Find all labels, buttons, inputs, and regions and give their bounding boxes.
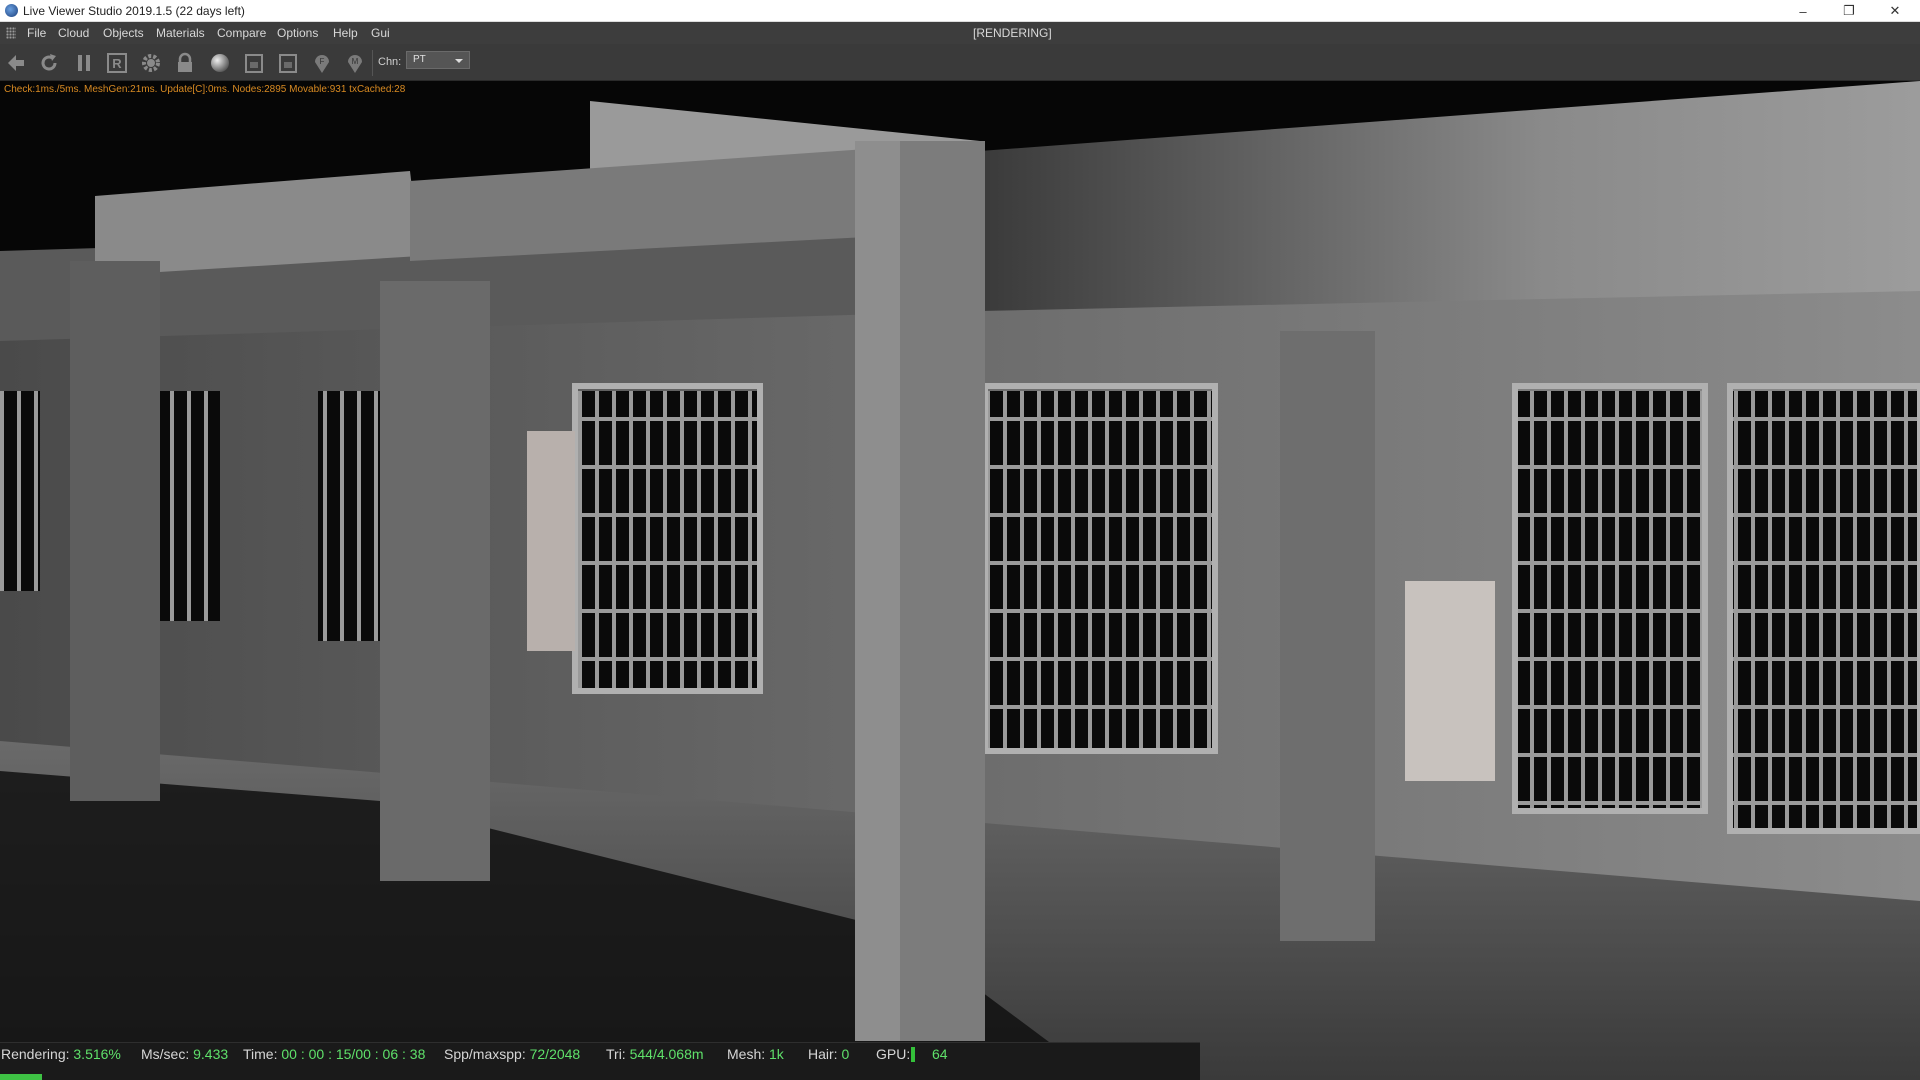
status-hair: Hair: 0 — [808, 1046, 850, 1062]
svg-text:F: F — [320, 57, 325, 66]
menu-bar: File Cloud Objects Materials Compare Opt… — [0, 22, 1920, 44]
minimize-button[interactable]: – — [1780, 0, 1826, 22]
render-progress-fill — [0, 1074, 43, 1080]
channel-label: Chn: — [378, 56, 402, 68]
render-stats-overlay: Check:1ms./5ms. MeshGen:21ms. Update[C]:… — [4, 84, 406, 95]
channel-select[interactable]: PT — [406, 51, 470, 69]
settings-gear-icon[interactable] — [138, 50, 164, 76]
pause-render-icon[interactable] — [71, 50, 97, 76]
window-titlebar: Live Viewer Studio 2019.1.5 (22 days lef… — [0, 0, 1920, 22]
menu-materials[interactable]: Materials — [156, 26, 205, 40]
clay-render-icon[interactable] — [241, 50, 267, 76]
render-state-label: [RENDERING] — [973, 26, 1052, 40]
app-logo-icon — [5, 4, 18, 17]
status-ms-per-sec: Ms/sec: 9.433 — [141, 1046, 229, 1062]
menu-help[interactable]: Help — [333, 26, 358, 40]
status-spp: Spp/maxspp: 72/2048 — [444, 1046, 581, 1062]
menu-options[interactable]: Options — [277, 26, 318, 40]
status-tri: Tri: 544/4.068m — [606, 1046, 704, 1062]
window-title: Live Viewer Studio 2019.1.5 (22 days lef… — [23, 4, 245, 18]
menu-compare[interactable]: Compare — [217, 26, 266, 40]
menu-objects[interactable]: Objects — [103, 26, 144, 40]
toolbar-divider — [372, 50, 373, 76]
status-rendering: Rendering: 3.516% — [1, 1046, 121, 1062]
menu-file[interactable]: File — [27, 26, 46, 40]
menu-gui[interactable]: Gui — [371, 26, 390, 40]
pick-focus-icon[interactable]: F — [309, 50, 335, 76]
restart-render-icon[interactable] — [36, 50, 62, 76]
restore-button[interactable]: ❐ — [1826, 0, 1872, 22]
svg-text:R: R — [112, 56, 122, 71]
render-progress-bar — [0, 1074, 1200, 1080]
status-bar: Rendering: 3.516% Ms/sec: 9.433 Time: 00… — [0, 1042, 1200, 1074]
channel-select-value: PT — [413, 54, 426, 65]
svg-text:M: M — [352, 57, 359, 66]
gpu-usage-bar — [911, 1047, 915, 1062]
chevron-down-icon — [455, 59, 463, 63]
status-gpu-value: 64 — [932, 1046, 948, 1062]
lock-icon[interactable] — [172, 50, 198, 76]
status-gpu-label: GPU: — [876, 1046, 911, 1062]
render-viewport[interactable]: Check:1ms./5ms. MeshGen:21ms. Update[C]:… — [0, 81, 1920, 1080]
close-button[interactable]: ✕ — [1872, 0, 1918, 22]
status-mesh: Mesh: 1k — [727, 1046, 784, 1062]
render-image — [0, 81, 1920, 1080]
material-ball-icon[interactable] — [207, 50, 233, 76]
screenshot-icon[interactable] — [275, 50, 301, 76]
menu-grip-icon[interactable] — [6, 27, 16, 39]
menu-cloud[interactable]: Cloud — [58, 26, 89, 40]
send-to-viewer-icon[interactable] — [3, 50, 29, 76]
status-time: Time: 00 : 00 : 15/00 : 06 : 38 — [243, 1046, 426, 1062]
pick-material-icon[interactable]: M — [342, 50, 368, 76]
toolbar: R F M Chn: PT — [0, 44, 1920, 81]
region-render-icon[interactable]: R — [104, 50, 130, 76]
